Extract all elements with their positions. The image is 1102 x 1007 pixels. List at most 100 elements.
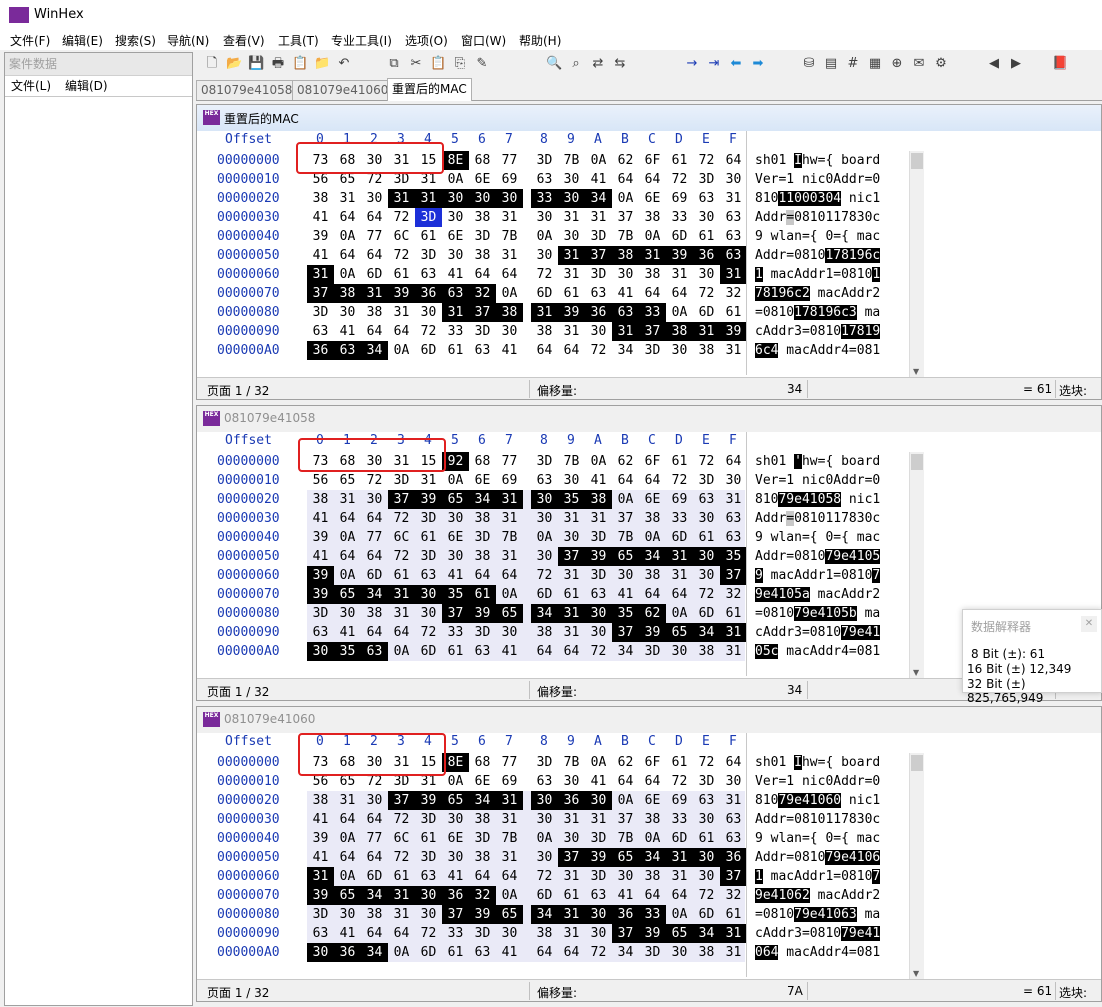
hex-byte[interactable]: 38 bbox=[693, 943, 720, 962]
hex-byte[interactable]: 32 bbox=[720, 284, 747, 303]
find-icon[interactable]: 🔍 bbox=[546, 56, 562, 72]
hex-byte[interactable]: 65 bbox=[442, 791, 469, 810]
hex-byte[interactable]: 31 bbox=[388, 604, 415, 623]
hex-byte[interactable]: 64 bbox=[720, 753, 747, 772]
hex-byte[interactable]: 34 bbox=[612, 642, 639, 661]
hex-byte[interactable]: 56 bbox=[307, 471, 334, 490]
hex-byte[interactable]: 31 bbox=[666, 848, 693, 867]
replace-hex-icon[interactable]: ⇆ bbox=[612, 56, 628, 72]
hex-byte[interactable]: 3D bbox=[469, 528, 496, 547]
hex-byte[interactable]: 31 bbox=[666, 265, 693, 284]
hex-byte[interactable]: 64 bbox=[639, 772, 666, 791]
hex-byte[interactable]: 72 bbox=[693, 284, 720, 303]
hex-byte[interactable]: 34 bbox=[639, 547, 666, 566]
hex-byte[interactable]: 72 bbox=[585, 642, 612, 661]
hex-byte[interactable]: 30 bbox=[361, 791, 388, 810]
hex-byte[interactable]: 61 bbox=[469, 585, 496, 604]
hex-byte[interactable]: 30 bbox=[531, 246, 558, 265]
text-row[interactable]: Ver=1 nic0Addr=0 bbox=[755, 772, 880, 791]
hex-byte[interactable]: 33 bbox=[531, 189, 558, 208]
hex-byte[interactable]: 69 bbox=[496, 170, 523, 189]
hex-byte[interactable]: 41 bbox=[334, 924, 361, 943]
hex-byte[interactable]: 38 bbox=[469, 246, 496, 265]
hex-byte[interactable]: 0A bbox=[612, 490, 639, 509]
case-menu-file[interactable]: 文件(L) bbox=[11, 76, 51, 96]
hex-byte[interactable]: 3D bbox=[585, 528, 612, 547]
hex-byte[interactable]: 37 bbox=[612, 810, 639, 829]
vertical-scrollbar[interactable]: ▼ bbox=[909, 151, 924, 377]
disk-icon[interactable]: ⛁ bbox=[801, 56, 817, 72]
hex-byte[interactable]: 31 bbox=[496, 547, 523, 566]
hex-byte[interactable]: 30 bbox=[693, 867, 720, 886]
hex-byte[interactable]: 30 bbox=[442, 208, 469, 227]
hex-byte[interactable]: 65 bbox=[496, 905, 523, 924]
hex-byte[interactable]: 3D bbox=[585, 829, 612, 848]
hex-byte[interactable]: 30 bbox=[558, 829, 585, 848]
hex-byte[interactable]: 6D bbox=[666, 528, 693, 547]
text-row[interactable]: 1 macAddr1=08107 bbox=[755, 867, 881, 886]
hash-icon[interactable]: # bbox=[845, 56, 861, 72]
hex-byte[interactable]: 39 bbox=[469, 604, 496, 623]
hex-byte[interactable]: 0A bbox=[388, 341, 415, 360]
hex-byte[interactable]: 34 bbox=[585, 189, 612, 208]
text-row[interactable]: 6c4 macAddr4=081 bbox=[755, 341, 880, 360]
hex-byte[interactable]: 64 bbox=[496, 867, 523, 886]
hex-byte[interactable]: 0A bbox=[585, 753, 612, 772]
hex-byte[interactable]: 30 bbox=[693, 547, 720, 566]
hex-byte[interactable]: 0A bbox=[442, 170, 469, 189]
hex-byte[interactable]: 64 bbox=[361, 848, 388, 867]
hex-byte[interactable]: 63 bbox=[531, 772, 558, 791]
hex-byte[interactable]: 6E bbox=[469, 471, 496, 490]
hex-byte[interactable]: 34 bbox=[469, 791, 496, 810]
cut-icon[interactable]: ✂ bbox=[408, 56, 424, 72]
hex-byte[interactable]: 64 bbox=[361, 509, 388, 528]
hex-byte[interactable]: 3D bbox=[531, 151, 558, 170]
hex-byte[interactable]: 39 bbox=[307, 566, 334, 585]
hex-byte[interactable]: 30 bbox=[693, 848, 720, 867]
hex-byte[interactable]: 64 bbox=[334, 810, 361, 829]
hex-byte[interactable]: 30 bbox=[442, 547, 469, 566]
text-row[interactable]: Addr=081079e4106 bbox=[755, 848, 881, 867]
hex-byte[interactable]: 3D bbox=[585, 227, 612, 246]
hex-byte[interactable]: 61 bbox=[442, 642, 469, 661]
hex-byte[interactable]: 38 bbox=[469, 547, 496, 566]
hex-byte[interactable]: 61 bbox=[693, 829, 720, 848]
hex-byte[interactable]: 0A bbox=[666, 604, 693, 623]
hex-byte[interactable]: 61 bbox=[720, 303, 747, 322]
write-icon[interactable]: ✎ bbox=[474, 56, 490, 72]
tab-081079e41060[interactable]: 081079e41060 bbox=[292, 80, 394, 100]
hex-byte[interactable]: 37 bbox=[442, 905, 469, 924]
hex-byte[interactable]: 31 bbox=[415, 471, 442, 490]
hex-byte[interactable]: 61 bbox=[558, 886, 585, 905]
text-row[interactable]: =081079e41063 ma bbox=[755, 905, 880, 924]
undo-icon[interactable]: ↶ bbox=[336, 56, 352, 72]
hex-byte[interactable]: 0A bbox=[666, 303, 693, 322]
hex-byte[interactable]: 6D bbox=[666, 829, 693, 848]
properties-icon[interactable]: 📋 bbox=[292, 56, 308, 72]
hex-byte[interactable]: 36 bbox=[442, 886, 469, 905]
hex-byte[interactable]: 3D bbox=[531, 452, 558, 471]
forward-icon[interactable]: ➡ bbox=[750, 56, 766, 72]
hex-byte[interactable]: 30 bbox=[612, 265, 639, 284]
hex-byte[interactable]: 72 bbox=[585, 943, 612, 962]
open-folder-icon[interactable]: 📁 bbox=[314, 56, 330, 72]
hex-byte[interactable]: 6E bbox=[442, 227, 469, 246]
hex-byte[interactable]: 41 bbox=[442, 867, 469, 886]
hex-byte[interactable]: 63 bbox=[307, 623, 334, 642]
hex-byte[interactable]: 38 bbox=[307, 791, 334, 810]
hex-byte[interactable]: 30 bbox=[531, 547, 558, 566]
hex-byte[interactable]: 0A bbox=[496, 585, 523, 604]
hex-byte[interactable]: 41 bbox=[585, 170, 612, 189]
hex-byte[interactable]: 63 bbox=[720, 528, 747, 547]
hex-byte[interactable]: 41 bbox=[307, 848, 334, 867]
hex-byte[interactable]: 72 bbox=[693, 585, 720, 604]
hex-byte[interactable]: 64 bbox=[639, 471, 666, 490]
hex-byte[interactable]: 6D bbox=[531, 585, 558, 604]
pane-title-bar[interactable]: HEX 重置后的MAC bbox=[197, 105, 1101, 131]
hex-byte[interactable]: 64 bbox=[612, 471, 639, 490]
hex-byte[interactable]: 3D bbox=[531, 753, 558, 772]
hex-byte[interactable]: 36 bbox=[558, 791, 585, 810]
hex-byte[interactable]: 64 bbox=[334, 246, 361, 265]
hex-byte[interactable]: 34 bbox=[531, 604, 558, 623]
hex-byte[interactable]: 39 bbox=[469, 905, 496, 924]
